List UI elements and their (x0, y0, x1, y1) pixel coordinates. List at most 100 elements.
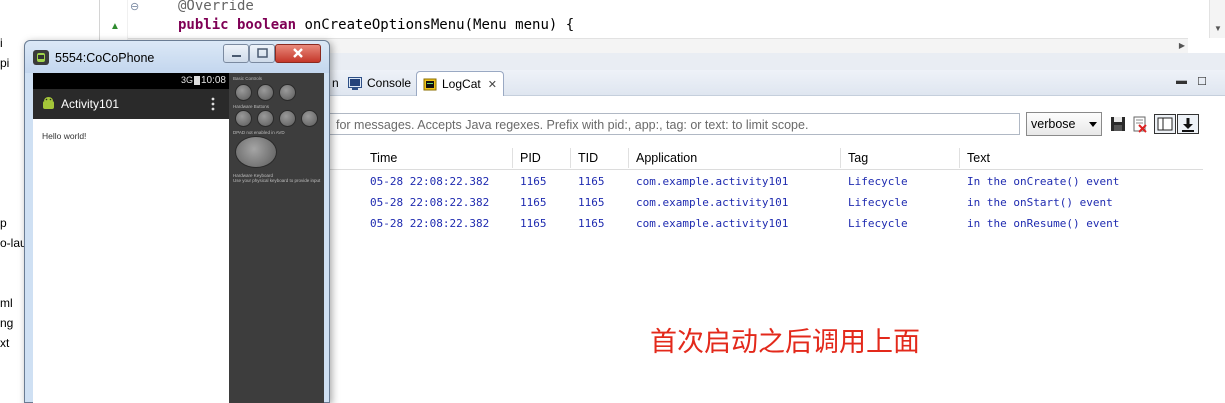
tab-label: n (332, 76, 339, 90)
device-status-bar: 3G 10:08 (33, 73, 229, 89)
code-line-method-signature: public boolean onCreateOptionsMenu(Menu … (178, 17, 574, 33)
search-icon[interactable] (301, 110, 318, 127)
column-header-application[interactable]: Application (636, 151, 697, 165)
column-header-tid[interactable]: TID (578, 151, 598, 165)
status-time: 10:08 (200, 75, 226, 86)
editor-vertical-scrollbar[interactable]: ▼ (1209, 0, 1225, 38)
column-header-pid[interactable]: PID (520, 151, 541, 165)
log-pid: 1165 (520, 175, 547, 188)
log-pid: 1165 (520, 196, 547, 209)
bottom-view-tabbar: n Console LogCat ✕ ▬ ☐ (320, 70, 1225, 96)
dpad-label: DPAD not enabled in AVD (233, 130, 285, 135)
hello-world-text: Hello world! (42, 131, 87, 141)
dpad-control[interactable] (235, 136, 277, 168)
log-time: 05-28 22:08:22.382 (370, 217, 490, 230)
clear-log-icon[interactable] (1130, 114, 1150, 134)
column-header-text[interactable]: Text (967, 151, 990, 165)
log-pid: 1165 (520, 217, 547, 230)
app-action-bar: Activity101 (33, 89, 229, 119)
log-level-select[interactable]: verbose (1026, 112, 1102, 136)
emulator-titlebar[interactable]: 5554:CoCoPhone (25, 41, 329, 73)
log-tag: Lifecycle (848, 196, 908, 209)
log-tag: Lifecycle (848, 175, 908, 188)
tree-item-fragment[interactable]: ml (0, 296, 13, 310)
maximize-window-button[interactable] (249, 44, 275, 63)
scroll-lock-icon[interactable] (1177, 114, 1199, 134)
emulator-title: 5554:CoCoPhone (55, 51, 155, 65)
log-tag: Lifecycle (848, 217, 908, 230)
android-app-icon (42, 96, 55, 111)
logcat-icon (423, 78, 437, 91)
basic-controls-label: Basic Controls (233, 76, 263, 81)
emulator-controls-panel: Basic Controls Hardware Buttons DPAD not… (229, 73, 324, 403)
scroll-down-icon[interactable]: ▼ (1214, 24, 1222, 33)
volume-up-icon[interactable] (257, 84, 274, 101)
column-divider (628, 148, 629, 168)
override-marker-icon[interactable]: ▲ (110, 21, 120, 32)
log-row[interactable]: 05-28 22:08:22.382 1165 1165 com.example… (320, 171, 1203, 192)
log-tid: 1165 (578, 175, 605, 188)
tab-console[interactable]: Console (342, 72, 417, 94)
tree-item-fragment[interactable]: o-lau (0, 236, 27, 250)
chevron-down-icon (1089, 122, 1097, 127)
power-icon[interactable] (279, 84, 296, 101)
log-text: In the onCreate() event (967, 175, 1120, 188)
log-text: in the onResume() event (967, 217, 1120, 230)
back-icon[interactable] (279, 110, 296, 127)
hardware-buttons-label: Hardware Buttons (233, 104, 270, 109)
code-method-decl: onCreateOptionsMenu(Menu menu) { (296, 17, 575, 33)
emulator-window[interactable]: 5554:CoCoPhone 3G 10:08 Activity101 Hell… (24, 40, 330, 403)
tab-label: Console (367, 76, 412, 90)
log-application: com.example.activity101 (636, 217, 789, 230)
code-keywords: public boolean (178, 17, 297, 33)
device-screen[interactable]: 3G 10:08 Activity101 Hello world! (33, 73, 229, 403)
overflow-menu-icon[interactable] (211, 97, 215, 111)
log-application: com.example.activity101 (636, 175, 789, 188)
close-tab-icon[interactable]: ✕ (488, 78, 497, 91)
column-header-tag[interactable]: Tag (848, 151, 868, 165)
home-icon[interactable] (235, 110, 252, 127)
tree-item-fragment[interactable]: ng (0, 316, 13, 330)
log-level-value: verbose (1031, 117, 1076, 131)
tab-label: LogCat (442, 77, 481, 91)
code-line-annotation: @Override (178, 0, 254, 14)
android-emulator-icon (33, 50, 49, 65)
tree-item-fragment[interactable]: pi (0, 56, 9, 70)
log-text: in the onStart() event (967, 196, 1113, 209)
volume-down-icon[interactable] (235, 84, 252, 101)
tree-item-fragment[interactable]: i (0, 36, 3, 50)
annotation-note: 首次启动之后调用上面 (650, 327, 920, 358)
log-time: 05-28 22:08:22.382 (370, 196, 490, 209)
battery-icon (194, 76, 200, 85)
minimize-window-button[interactable] (223, 44, 249, 63)
minimize-view-icon[interactable]: ▬ (1176, 75, 1187, 87)
tab-logcat[interactable]: LogCat ✕ (416, 71, 504, 96)
menu-button[interactable] (257, 110, 274, 127)
column-divider (512, 148, 513, 168)
toggle-filters-icon[interactable] (1154, 114, 1176, 134)
column-divider (840, 148, 841, 168)
hardware-keyboard-hint: Use your physical keyboard to provide in… (233, 178, 321, 183)
tree-item-fragment[interactable]: p (0, 216, 7, 230)
column-divider (959, 148, 960, 168)
fold-toggle-icon[interactable]: ⊖ (130, 0, 139, 13)
tree-item-fragment[interactable]: xt (0, 336, 9, 350)
app-title: Activity101 (61, 97, 120, 111)
emulator-body: 3G 10:08 Activity101 Hello world! Basic … (33, 73, 324, 403)
log-tid: 1165 (578, 217, 605, 230)
log-row[interactable]: 05-28 22:08:22.382 1165 1165 com.example… (320, 213, 1203, 234)
save-icon[interactable] (1108, 114, 1128, 134)
log-application: com.example.activity101 (636, 196, 789, 209)
close-window-button[interactable] (275, 44, 321, 63)
signal-indicator: 3G (180, 75, 193, 85)
column-divider (570, 148, 571, 168)
log-time: 05-28 22:08:22.382 (370, 175, 490, 188)
log-table-header: Time PID TID Application Tag Text (320, 146, 1203, 170)
log-tid: 1165 (578, 196, 605, 209)
column-header-time[interactable]: Time (370, 151, 397, 165)
scroll-right-icon[interactable]: ▶ (1179, 41, 1185, 50)
logcat-filter-input[interactable]: for messages. Accepts Java regexes. Pref… (320, 113, 1020, 135)
console-icon (348, 76, 362, 90)
log-row[interactable]: 05-28 22:08:22.382 1165 1165 com.example… (320, 192, 1203, 213)
maximize-view-icon[interactable]: ☐ (1197, 75, 1207, 88)
